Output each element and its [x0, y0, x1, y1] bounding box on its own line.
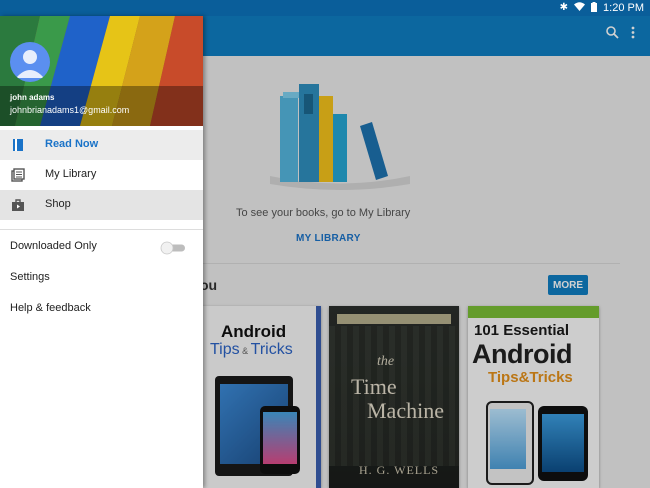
nav-item-label: Read Now	[45, 138, 99, 150]
help-feedback-item[interactable]: Help & feedback	[10, 302, 91, 314]
bluetooth-icon: ✱	[559, 2, 569, 13]
nav-item-my-library[interactable]: My Library	[0, 160, 203, 190]
status-time: 1:20 PM	[603, 2, 644, 14]
wifi-icon	[574, 2, 586, 14]
drawer-divider	[0, 229, 203, 230]
drawer-header: john adams johnbrianadams1@gmail.com	[0, 16, 203, 126]
user-email[interactable]: johnbrianadams1@gmail.com	[10, 105, 129, 115]
downloaded-only-toggle[interactable]	[159, 241, 187, 255]
shop-bag-icon	[11, 198, 25, 212]
settings-item[interactable]: Settings	[10, 271, 50, 283]
nav-item-label: My Library	[45, 168, 97, 180]
navigation-drawer: john adams johnbrianadams1@gmail.com Rea…	[0, 16, 203, 488]
nav-item-label: Shop	[45, 198, 71, 210]
status-bar: ✱ 1:20 PM	[0, 0, 650, 16]
nav-item-read-now[interactable]: Read Now	[0, 130, 203, 160]
nav-item-shop[interactable]: Shop	[0, 190, 203, 220]
book-icon	[11, 138, 25, 152]
library-icon	[11, 168, 25, 182]
user-name: john adams	[10, 93, 55, 102]
battery-icon	[591, 1, 598, 15]
avatar[interactable]	[10, 42, 50, 82]
downloaded-only-label: Downloaded Only	[10, 240, 97, 252]
